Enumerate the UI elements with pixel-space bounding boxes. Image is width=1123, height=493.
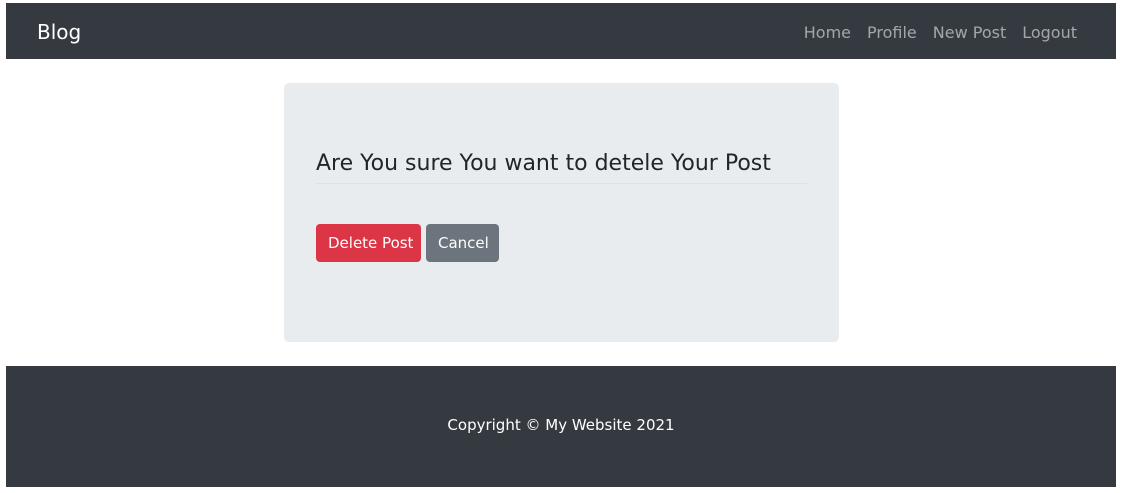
nav-link-new-post[interactable]: New Post [933, 21, 1006, 42]
nav-link-profile[interactable]: Profile [867, 21, 917, 42]
cancel-button[interactable]: Cancel [426, 224, 499, 262]
page: Blog Home Profile New Post Logout Are Yo… [6, 3, 1116, 487]
delete-post-button[interactable]: Delete Post [316, 224, 421, 262]
nav-link-home[interactable]: Home [804, 21, 851, 42]
navbar-brand[interactable]: Blog [37, 3, 81, 59]
delete-confirm-card: Are You sure You want to detele Your Pos… [284, 83, 839, 342]
nav-links: Home Profile New Post Logout [804, 3, 1077, 59]
nav-link-logout[interactable]: Logout [1022, 21, 1077, 42]
footer: Copyright © My Website 2021 [6, 366, 1116, 487]
confirm-message: Are You sure You want to detele Your Pos… [316, 151, 771, 176]
divider [316, 183, 807, 184]
copyright-text: Copyright © My Website 2021 [447, 416, 675, 434]
navbar: Blog Home Profile New Post Logout [6, 3, 1116, 59]
